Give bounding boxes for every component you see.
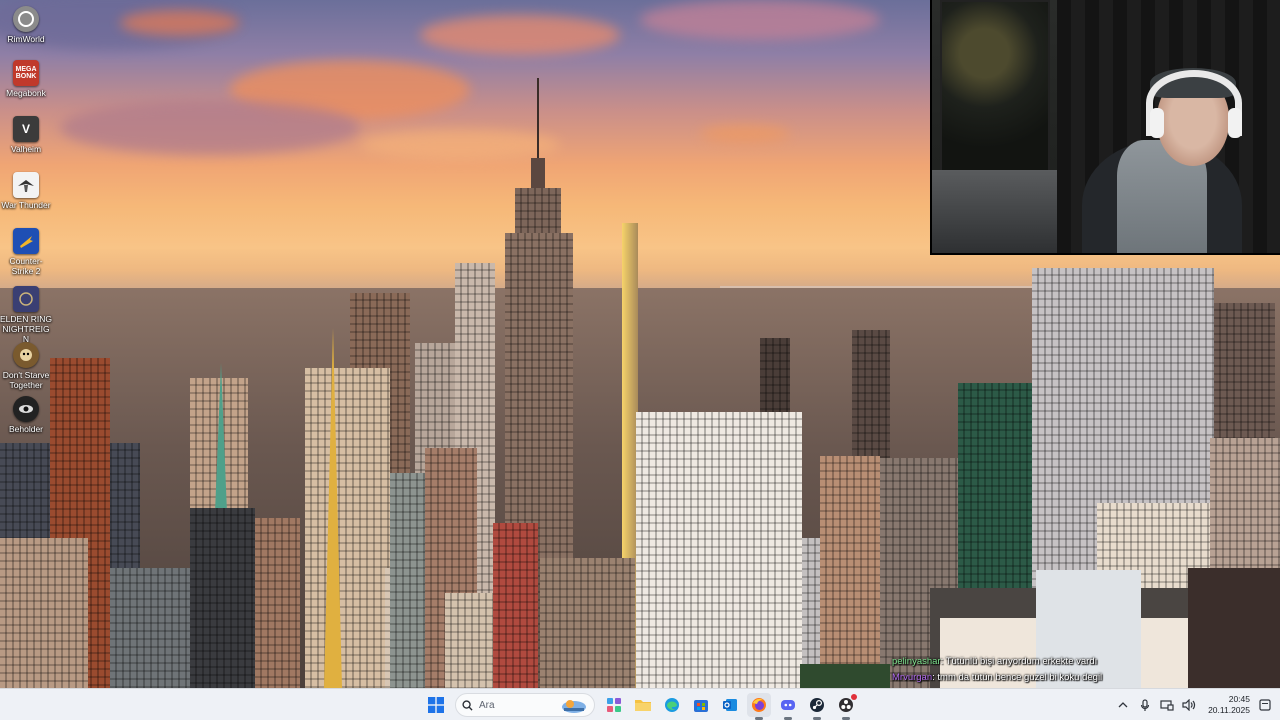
obs-button[interactable] bbox=[834, 693, 858, 720]
discord-icon bbox=[781, 700, 795, 710]
edge-button[interactable] bbox=[660, 693, 684, 717]
chat-message: pelinyashar: Tütünlü bişi arıyordum erke… bbox=[888, 654, 1248, 670]
stream-chat: pelinyashar: Tütünlü bişi arıyordum erke… bbox=[888, 654, 1248, 686]
counter-strike-2-icon bbox=[13, 228, 39, 254]
desktop-icon-label: Valheim bbox=[10, 144, 42, 154]
headphone-ear-right bbox=[1228, 108, 1242, 138]
network-button[interactable] bbox=[1160, 698, 1174, 712]
firefox-icon bbox=[752, 698, 766, 712]
webcam-chair bbox=[932, 170, 1062, 253]
chat-text: : Tütünlü bişi arıyordum erkekte vardı bbox=[940, 656, 1098, 667]
outlook-icon bbox=[723, 699, 737, 711]
desktop-icon-valheim[interactable]: V Valheim bbox=[0, 116, 52, 154]
chat-username: pelinyashar bbox=[892, 656, 941, 667]
desktop-icon-rimworld[interactable]: RimWorld bbox=[0, 6, 52, 44]
windows-icon bbox=[428, 697, 444, 713]
desktop-icon-label: War Thunder bbox=[1, 200, 51, 210]
outlook-button[interactable] bbox=[718, 693, 742, 717]
rimworld-icon bbox=[13, 6, 39, 32]
desktop-icon-label: RimWorld bbox=[7, 34, 45, 44]
start-button[interactable] bbox=[424, 693, 448, 717]
beholder-icon bbox=[13, 396, 39, 422]
firefox-button[interactable] bbox=[747, 693, 771, 720]
chat-username: Mrvurgan bbox=[892, 672, 933, 683]
headphone-ear-left bbox=[1150, 108, 1164, 138]
search-placeholder: Ara bbox=[479, 699, 495, 711]
elden-ring-nightreign-icon bbox=[13, 286, 39, 312]
taskbar-clock[interactable]: 20:45 20.11.2025 bbox=[1208, 694, 1250, 716]
notification-badge bbox=[851, 694, 857, 700]
taskbar-search[interactable]: Ara bbox=[455, 693, 595, 717]
microsoft-store-button[interactable] bbox=[689, 693, 713, 717]
megabonk-icon: MEGA BONK bbox=[13, 60, 39, 86]
desktop-icon-counter-strike-2[interactable]: Counter-Strike 2 bbox=[0, 228, 52, 276]
webcam-overlay bbox=[930, 0, 1280, 255]
desktop-icon-elden-ring-nightreign[interactable]: ELDEN RING NIGHTREIGN bbox=[0, 286, 52, 344]
widgets-button[interactable] bbox=[602, 693, 626, 717]
taskbar-apps: Ara bbox=[424, 689, 858, 720]
clock-date: 20.11.2025 bbox=[1208, 705, 1250, 715]
system-tray: 20:45 20.11.2025 bbox=[1116, 689, 1280, 720]
microphone-icon bbox=[1140, 698, 1150, 711]
microsoft-store-icon bbox=[694, 700, 708, 712]
desktop-icon-label: Megabonk bbox=[6, 88, 46, 98]
notification-center-icon bbox=[1259, 699, 1271, 711]
webcam-poster bbox=[940, 0, 1050, 175]
desktop-icon-label: ELDEN RING NIGHTREIGN bbox=[0, 314, 52, 344]
speaker-icon bbox=[1182, 699, 1196, 711]
desktop-icon-label: Counter-Strike 2 bbox=[9, 256, 43, 276]
desktop-icon-label: Don't Starve Together bbox=[2, 370, 50, 390]
war-thunder-icon bbox=[13, 172, 39, 198]
edge-icon bbox=[665, 698, 679, 712]
file-explorer-button[interactable] bbox=[631, 693, 655, 717]
valheim-icon: V bbox=[13, 116, 39, 142]
volume-button[interactable] bbox=[1182, 698, 1196, 712]
desktop-icon-dont-starve-together[interactable]: Don't Starve Together bbox=[0, 342, 52, 390]
file-explorer-icon bbox=[635, 700, 651, 711]
show-hidden-icons-button[interactable] bbox=[1116, 698, 1130, 712]
valheim-logo-text: V bbox=[21, 122, 30, 136]
desktop-icon-war-thunder[interactable]: War Thunder bbox=[0, 172, 52, 210]
microphone-button[interactable] bbox=[1138, 698, 1152, 712]
network-icon bbox=[1160, 700, 1174, 711]
desktop-icon-label: Beholder bbox=[8, 424, 44, 434]
desktop-icon-beholder[interactable]: Beholder bbox=[0, 396, 52, 434]
chat-text: : tmm da tütün bence guzel bi koku degil bbox=[932, 672, 1103, 683]
megabonk-logo-text: MEGA BONK bbox=[15, 66, 37, 80]
chat-message: Mrvurgan: tmm da tütün bence guzel bi ko… bbox=[888, 670, 1248, 686]
steam-button[interactable] bbox=[805, 693, 829, 720]
clock-time: 20:45 bbox=[1228, 694, 1250, 704]
steam-icon bbox=[810, 698, 824, 712]
discord-button[interactable] bbox=[776, 693, 800, 720]
desktop-icon-megabonk[interactable]: MEGA BONK Megabonk bbox=[0, 60, 52, 98]
search-icon bbox=[462, 699, 473, 711]
taskbar: Ara 20:45 20.11.2025 bbox=[0, 688, 1280, 720]
notifications-button[interactable] bbox=[1258, 698, 1272, 712]
search-highlight-icon bbox=[562, 700, 586, 713]
chevron-up-icon bbox=[1118, 702, 1128, 708]
widgets-icon bbox=[607, 698, 621, 712]
dont-starve-together-icon bbox=[13, 342, 39, 368]
